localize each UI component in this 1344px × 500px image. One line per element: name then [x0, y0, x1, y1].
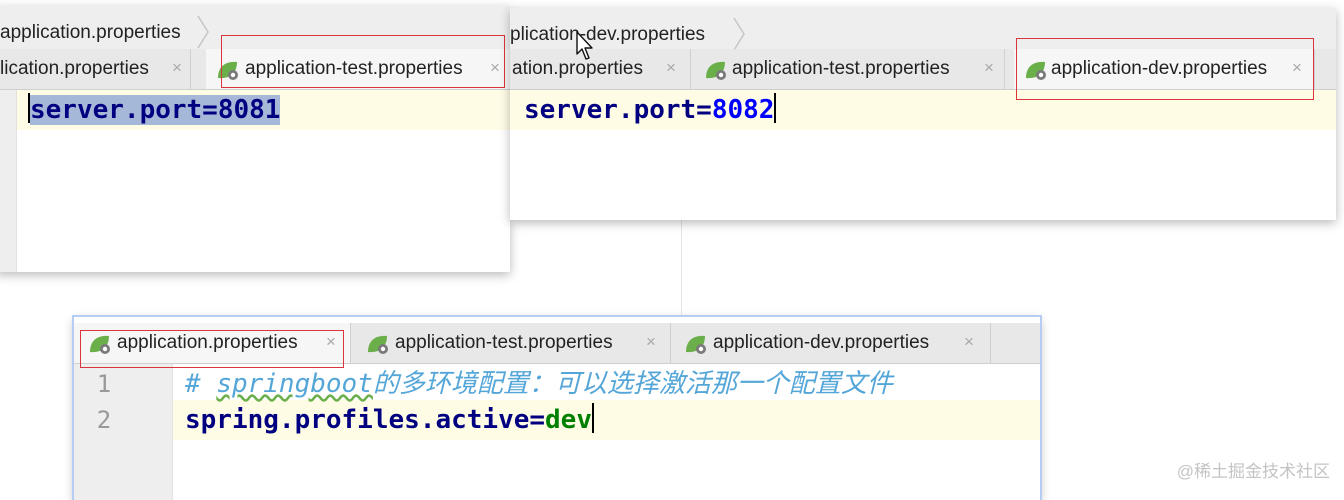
spring-leaf-icon: [706, 61, 726, 80]
code-line-1[interactable]: server.port=8082: [524, 92, 777, 128]
property-value: 8082: [711, 95, 775, 125]
breadcrumb-chevron-icon: [197, 16, 209, 48]
tab-label: application-test.properties: [395, 332, 613, 353]
breadcrumb-chevron-icon: [733, 18, 745, 50]
code-line-1[interactable]: server.port=8081: [28, 92, 281, 128]
background-divider: [681, 220, 682, 320]
text-caret: [774, 93, 777, 123]
highlight-box: [221, 35, 505, 88]
tab-application-test-properties[interactable]: application-test.properties ×: [694, 49, 1005, 89]
breadcrumb-label: plication-dev.properties: [510, 24, 706, 45]
spring-leaf-icon: [686, 335, 706, 354]
line-number: 1: [96, 370, 112, 398]
highlight-box: [80, 330, 344, 368]
code-editor[interactable]: 1 2 # springboot的多环境配置：可以选择激活那一个配置文件 spr…: [74, 364, 1040, 500]
tab-application-test-properties[interactable]: application-test.properties ×: [354, 323, 671, 363]
tab-label: application-dev.properties: [713, 332, 930, 353]
editor-window-main: application.properties × application-tes…: [72, 315, 1042, 500]
close-icon[interactable]: ×: [984, 58, 994, 78]
line-number: 2: [96, 406, 112, 434]
tab-label: application-test.properties: [732, 58, 950, 79]
code-editor[interactable]: server.port=8082: [510, 90, 1336, 220]
property-key: server.port=: [30, 95, 218, 125]
close-icon[interactable]: ×: [964, 332, 974, 352]
mouse-pointer-icon: [576, 31, 593, 60]
property-value: 8081: [217, 95, 281, 125]
close-icon[interactable]: ×: [646, 332, 656, 352]
editor-window-dev: plication-dev.properties ation.propertie…: [510, 8, 1336, 220]
close-icon[interactable]: ×: [666, 58, 676, 78]
highlight-box: [1016, 38, 1314, 100]
property-value: dev: [545, 405, 592, 435]
tab-application-properties[interactable]: lication.properties ×: [0, 49, 191, 89]
comment: # springboot的多环境配置：可以选择激活那一个配置文件: [185, 369, 893, 399]
tab-label: ation.properties: [512, 58, 643, 79]
property-key: spring.profiles.active=: [185, 405, 546, 435]
text-caret: [592, 403, 594, 433]
code-line-2[interactable]: spring.profiles.active=dev: [185, 402, 594, 438]
close-icon[interactable]: ×: [172, 58, 182, 78]
code-line-1[interactable]: # springboot的多环境配置：可以选择激活那一个配置文件: [185, 366, 893, 402]
editor-window-test: application.properties lication.properti…: [0, 6, 510, 272]
breadcrumb-label: application.properties: [0, 22, 181, 43]
tab-application-properties[interactable]: ation.properties ×: [510, 49, 691, 89]
watermark: @稀土掘金技术社区: [1176, 462, 1330, 481]
line-gutter: [0, 90, 17, 272]
selected-text: server.port=8081: [30, 95, 281, 125]
tab-label: lication.properties: [0, 58, 149, 79]
property-key: server.port=: [524, 95, 712, 125]
spring-leaf-icon: [368, 335, 388, 354]
tab-application-dev-properties[interactable]: application-dev.properties ×: [674, 323, 991, 363]
code-editor[interactable]: server.port=8081: [0, 90, 510, 272]
